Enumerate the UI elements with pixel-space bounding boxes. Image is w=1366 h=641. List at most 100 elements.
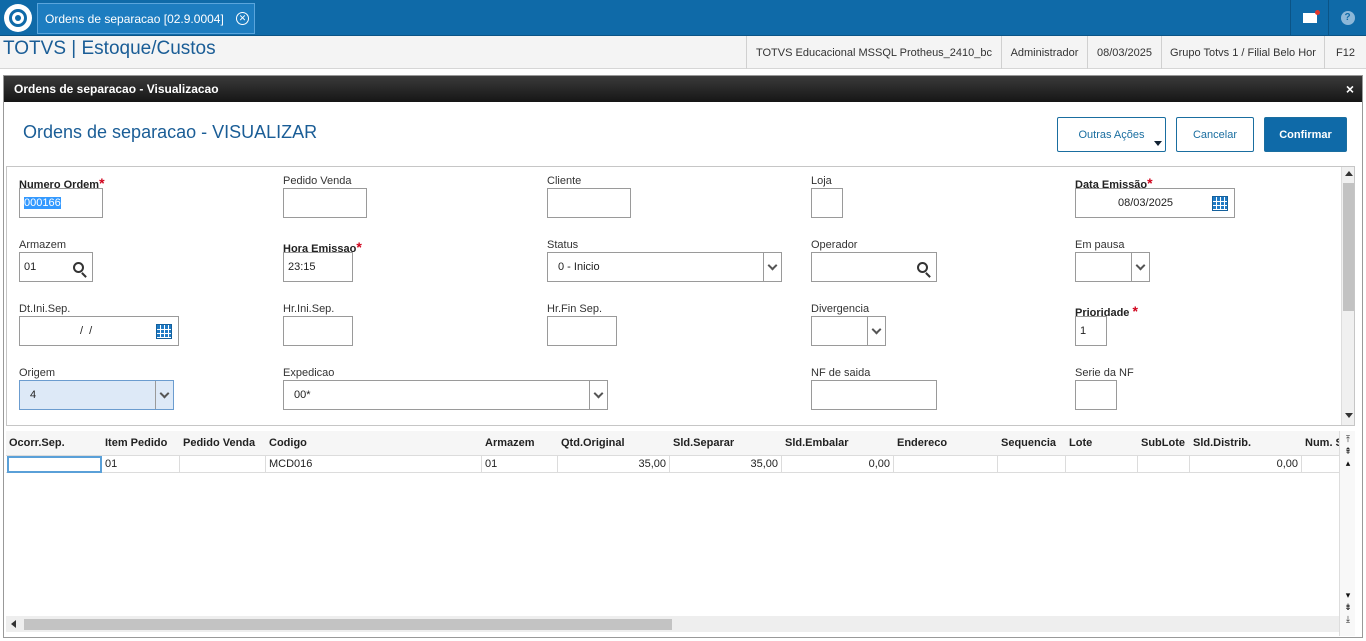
- scroll-thumb[interactable]: [1343, 183, 1354, 311]
- col-sld-embalar[interactable]: Sld.Embalar: [782, 431, 894, 456]
- cliente-field[interactable]: [547, 188, 631, 218]
- form-scrollbar[interactable]: [1341, 167, 1354, 425]
- messages-button[interactable]: [1290, 0, 1328, 36]
- cell-sld-distrib[interactable]: 0,00: [1190, 456, 1302, 473]
- divergencia-select[interactable]: [811, 316, 886, 346]
- branch-info[interactable]: Grupo Totvs 1 / Filial Belo Hor: [1161, 36, 1324, 69]
- col-sld-distrib[interactable]: Sld.Distrib.: [1190, 431, 1302, 456]
- scroll-down-icon[interactable]: [1345, 413, 1353, 418]
- cell-sequencia[interactable]: [998, 456, 1066, 473]
- search-icon[interactable]: [66, 255, 90, 279]
- cancel-button[interactable]: Cancelar: [1176, 117, 1254, 152]
- expedicao-value: 00*: [294, 389, 311, 401]
- cell-lote[interactable]: [1066, 456, 1138, 473]
- chevron-down-icon[interactable]: [1131, 253, 1149, 281]
- cell-num-serie[interactable]: [1302, 456, 1339, 473]
- col-ocorr-sep[interactable]: Ocorr.Sep.: [6, 431, 102, 456]
- cell-sublote[interactable]: [1138, 456, 1190, 473]
- totvs-logo-icon[interactable]: [4, 4, 32, 32]
- scroll-top-icon[interactable]: ⤒: [1342, 433, 1354, 445]
- col-armazem[interactable]: Armazem: [482, 431, 558, 456]
- data-emissao-value: 08/03/2025: [1118, 197, 1174, 209]
- confirm-button[interactable]: Confirmar: [1264, 117, 1347, 152]
- grid-vertical-scrollbar[interactable]: ⤒ ⇞ ▴ ▾ ⇟ ⤓: [1339, 431, 1355, 636]
- em-pausa-select[interactable]: [1075, 252, 1150, 282]
- origem-select[interactable]: 4: [19, 380, 174, 410]
- armazem-field[interactable]: 01: [19, 252, 93, 282]
- search-icon[interactable]: [910, 255, 934, 279]
- cell-pedido-venda[interactable]: [180, 456, 266, 473]
- expedicao-label: Expedicao: [283, 367, 335, 379]
- col-sequencia[interactable]: Sequencia: [998, 431, 1066, 456]
- calendar-icon[interactable]: [152, 319, 176, 343]
- operador-label: Operador: [811, 239, 858, 251]
- help-icon: ?: [1340, 11, 1355, 25]
- status-select[interactable]: 0 - Inicio: [547, 252, 782, 282]
- col-endereco[interactable]: Endereco: [894, 431, 998, 456]
- scroll-page-up-icon[interactable]: ⇞: [1342, 445, 1354, 457]
- chevron-down-icon[interactable]: [155, 381, 173, 409]
- dt-ini-sep-field[interactable]: / /: [19, 316, 179, 346]
- date-info[interactable]: 08/03/2025: [1087, 36, 1161, 69]
- scroll-down-icon[interactable]: ▾: [1342, 589, 1354, 601]
- form-panel: Numero Ordem* 000166 Pedido Venda Client…: [6, 166, 1355, 426]
- loja-field[interactable]: [811, 188, 843, 218]
- nf-saida-field[interactable]: [811, 380, 937, 410]
- grid-horizontal-scrollbar[interactable]: [6, 616, 1339, 632]
- data-emissao-field[interactable]: 08/03/2025: [1075, 188, 1235, 218]
- col-codigo[interactable]: Codigo: [266, 431, 482, 456]
- scroll-up-icon[interactable]: [1345, 171, 1353, 176]
- chevron-down-icon[interactable]: [867, 317, 885, 345]
- dialog-close-icon[interactable]: ×: [1346, 76, 1354, 102]
- cell-endereco[interactable]: [894, 456, 998, 473]
- tab-label: Ordens de separacao [02.9.0004]: [45, 11, 224, 26]
- tab-close-icon[interactable]: ✕: [236, 12, 249, 25]
- cell-ocorr-sep[interactable]: [7, 456, 102, 473]
- scroll-up-icon[interactable]: ▴: [1342, 457, 1354, 469]
- col-num-serie[interactable]: Num. S: [1302, 431, 1339, 456]
- col-pedido-venda[interactable]: Pedido Venda: [180, 431, 266, 456]
- horizontal-scroll-thumb[interactable]: [24, 619, 672, 630]
- col-sld-separar[interactable]: Sld.Separar: [670, 431, 782, 456]
- scroll-page-down-icon[interactable]: ⇟: [1342, 601, 1354, 613]
- scroll-left-icon[interactable]: [11, 620, 16, 628]
- table-row[interactable]: 01 MCD016 01 35,00 35,00 0,00 0,00: [6, 456, 1339, 473]
- f12-shortcut[interactable]: F12: [1324, 36, 1366, 69]
- cliente-label: Cliente: [547, 175, 582, 187]
- cell-sld-separar[interactable]: 35,00: [670, 456, 782, 473]
- numero-ordem-field[interactable]: 000166: [19, 188, 103, 218]
- chevron-down-icon[interactable]: [589, 381, 607, 409]
- col-lote[interactable]: Lote: [1066, 431, 1138, 456]
- origem-value: 4: [30, 389, 37, 401]
- hr-fin-sep-field[interactable]: [547, 316, 617, 346]
- tab-ordens-separacao[interactable]: Ordens de separacao [02.9.0004] ✕: [37, 3, 255, 34]
- cell-item-pedido[interactable]: 01: [102, 456, 180, 473]
- mail-icon: [1302, 10, 1320, 23]
- user-info[interactable]: Administrador: [1001, 36, 1087, 69]
- other-actions-label: Outras Ações: [1078, 128, 1145, 141]
- col-qtd-original[interactable]: Qtd.Original: [558, 431, 670, 456]
- cell-armazem[interactable]: 01: [482, 456, 558, 473]
- serie-nf-field[interactable]: [1075, 380, 1117, 410]
- pedido-venda-field[interactable]: [283, 188, 367, 218]
- expedicao-select[interactable]: 00*: [283, 380, 608, 410]
- cell-codigo[interactable]: MCD016: [266, 456, 482, 473]
- hora-emissao-field[interactable]: 23:15: [283, 252, 353, 282]
- dialog-title-text: Ordens de separacao - Visualizacao: [14, 82, 219, 96]
- pedido-venda-label: Pedido Venda: [283, 175, 352, 187]
- operador-field[interactable]: [811, 252, 937, 282]
- status-label: Status: [547, 239, 579, 251]
- scroll-bottom-icon[interactable]: ⤓: [1342, 613, 1354, 625]
- calendar-icon[interactable]: [1208, 191, 1232, 215]
- col-item-pedido[interactable]: Item Pedido: [102, 431, 180, 456]
- cell-qtd-original[interactable]: 35,00: [558, 456, 670, 473]
- help-button[interactable]: ?: [1328, 0, 1366, 36]
- other-actions-button[interactable]: Outras Ações: [1057, 117, 1166, 152]
- status-value: 0 - Inicio: [558, 261, 600, 273]
- dt-ini-sep-value: / /: [80, 325, 93, 337]
- prioridade-field[interactable]: 1: [1075, 316, 1107, 346]
- col-sublote[interactable]: SubLote: [1138, 431, 1190, 456]
- cell-sld-embalar[interactable]: 0,00: [782, 456, 894, 473]
- chevron-down-icon[interactable]: [763, 253, 781, 281]
- hr-ini-sep-field[interactable]: [283, 316, 353, 346]
